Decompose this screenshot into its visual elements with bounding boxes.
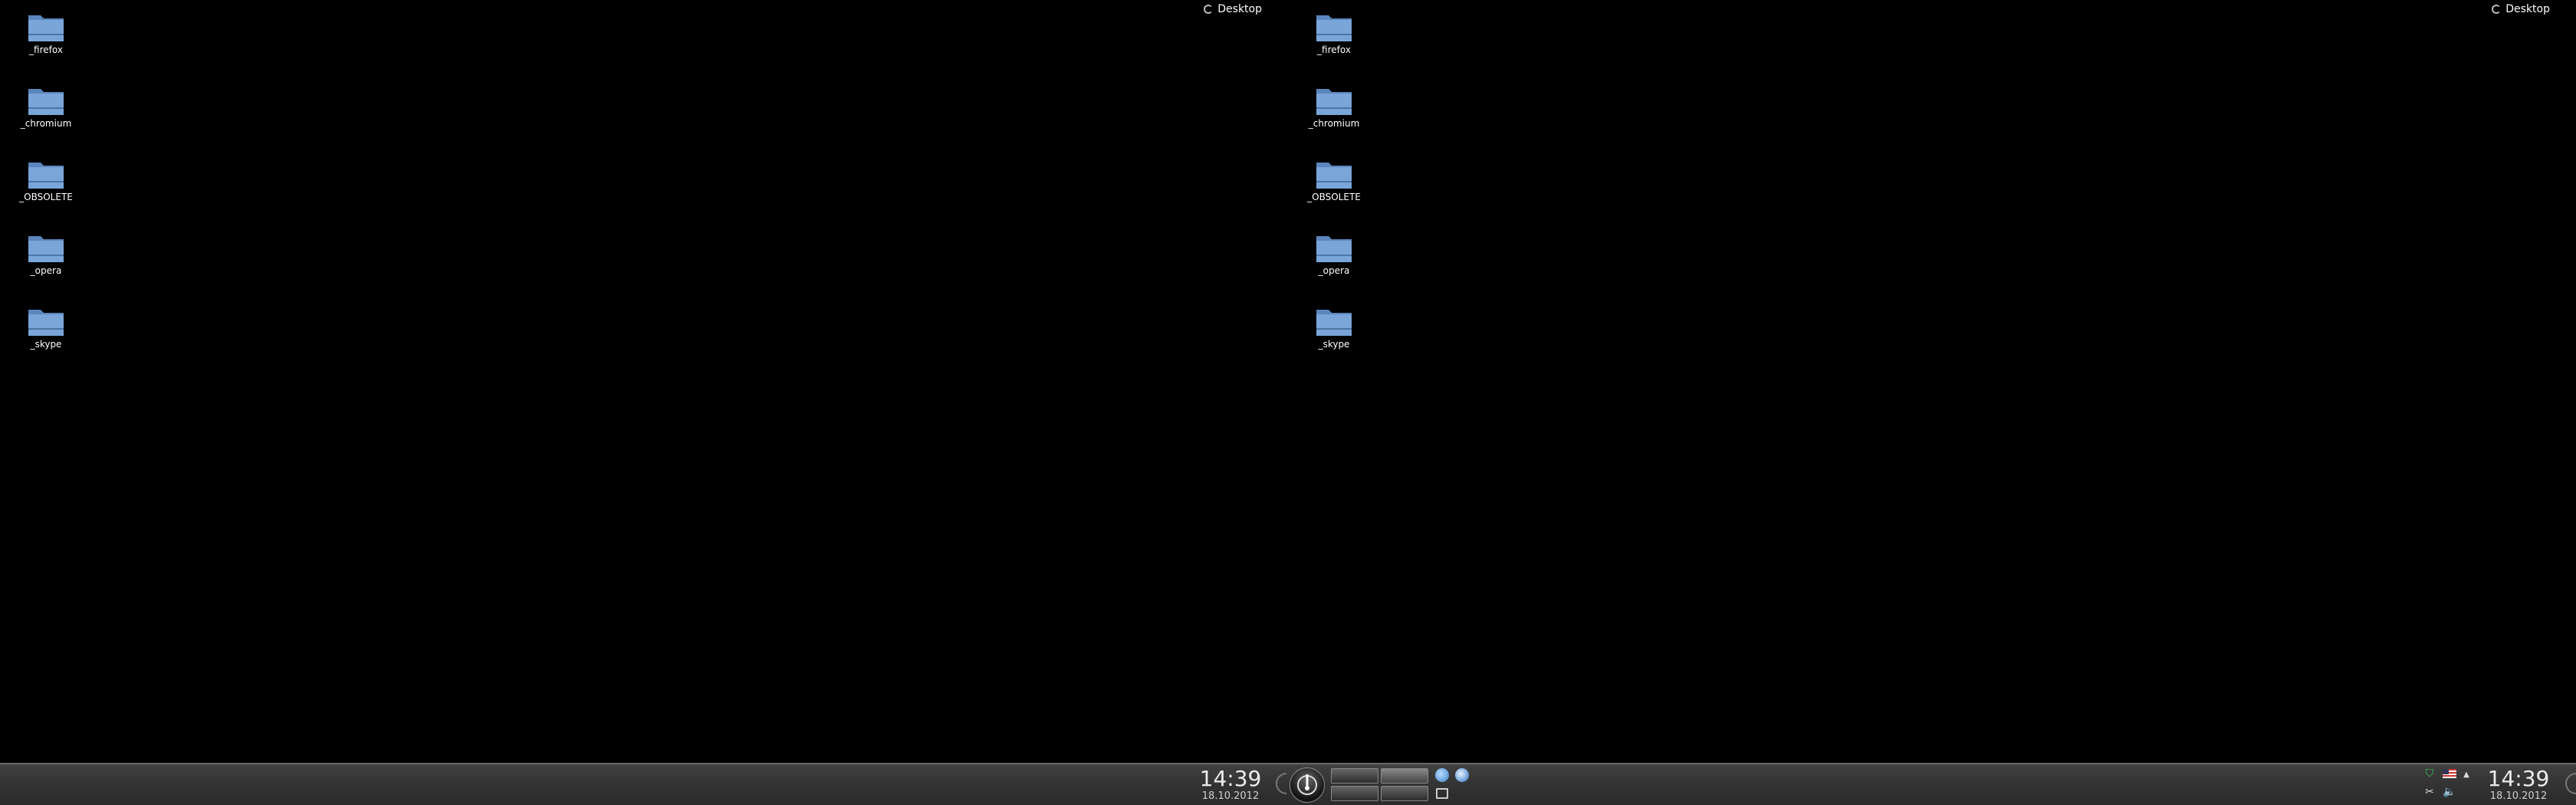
desktop-icon-obsolete[interactable]: _OBSOLETE: [8, 158, 84, 232]
virtual-desktop-pager: [1331, 768, 1428, 801]
folder-icon: [1316, 236, 1352, 262]
desktop-toolbox[interactable]: Desktop: [2492, 2, 2550, 17]
desktop-icon-opera[interactable]: _opera: [8, 232, 84, 305]
show-desktop-icon[interactable]: [1436, 788, 1448, 799]
folder-icon: [28, 236, 64, 262]
panel-handle-left[interactable]: [1276, 773, 1286, 794]
desktop-icon-chromium[interactable]: _chromium: [8, 84, 84, 158]
desktop-icon-label: _firefox: [1317, 44, 1351, 55]
toolbox-icon: [2492, 5, 2502, 14]
panel-handle-right[interactable]: [2565, 773, 2576, 794]
clock-time: 14:39: [2487, 766, 2550, 791]
desktop-icon-label: _OBSOLETE: [1307, 192, 1361, 202]
folder-icon: [28, 15, 64, 41]
desktop-icon-skype[interactable]: _skype: [8, 305, 84, 379]
chat-icon[interactable]: [1455, 768, 1469, 782]
kde-launcher-icon: [1297, 774, 1317, 795]
desktop-icons: _firefox _chromium _OBSOLETE _opera _sky…: [8, 11, 84, 379]
toolbox-icon: [1204, 5, 1214, 14]
folder-icon: [1316, 163, 1352, 189]
toolbox-label: Desktop: [1217, 3, 1262, 15]
folder-icon: [28, 163, 64, 189]
desktop-icon-label: _OBSOLETE: [19, 192, 73, 202]
kde-launcher-button[interactable]: [1290, 767, 1325, 803]
clock-left[interactable]: 14:39 18.10.2012: [1188, 767, 1273, 802]
desktop-icon-chromium[interactable]: _chromium: [1296, 84, 1372, 158]
desktop-icon-label: _chromium: [1308, 118, 1360, 129]
toolbox-label: Desktop: [2505, 3, 2550, 15]
desktop-toolbox[interactable]: Desktop: [1204, 2, 1262, 17]
clock-time: 14:39: [1199, 766, 1262, 791]
network-icon[interactable]: ⛉: [2423, 767, 2436, 780]
pager-desktop-1[interactable]: [1331, 768, 1378, 784]
pager-desktop-2[interactable]: [1381, 768, 1428, 784]
desktop-icons: _firefox _chromium _OBSOLETE _opera _sky…: [1296, 11, 1372, 379]
taskbar-panel: 14:39 18.10.2012 ⛉ ▲ ✂ 🔈 14:39 18.10.201…: [0, 763, 2576, 805]
volume-icon[interactable]: 🔈: [2443, 785, 2456, 799]
desktop-icon-obsolete[interactable]: _OBSOLETE: [1296, 158, 1372, 232]
pager-desktop-3[interactable]: [1331, 786, 1378, 801]
folder-icon: [1316, 310, 1352, 336]
desktop-icon-label: _skype: [1318, 339, 1350, 350]
globe-icon[interactable]: [1435, 768, 1449, 782]
screen-right: Desktop _firefox _chromium _OBSOLETE _op…: [1288, 0, 2576, 763]
desktop-icon-firefox[interactable]: _firefox: [1296, 11, 1372, 84]
clock-right[interactable]: 14:39 18.10.2012: [2476, 767, 2561, 802]
desktop-icon-label: _opera: [30, 265, 62, 276]
scissors-icon[interactable]: ✂: [2423, 785, 2436, 799]
desktop-icon-label: _chromium: [20, 118, 72, 129]
desktop-icon-opera[interactable]: _opera: [1296, 232, 1372, 305]
folder-icon: [1316, 89, 1352, 115]
clock-date: 18.10.2012: [1201, 790, 1260, 802]
clock-date: 18.10.2012: [2489, 790, 2548, 802]
folder-icon: [28, 310, 64, 336]
folder-icon: [1316, 15, 1352, 41]
expand-arrow-icon[interactable]: ▲: [2459, 768, 2473, 782]
screen-left: Desktop _firefox _chromium _OBSOLETE _op…: [0, 0, 1288, 763]
desktop-icon-label: _skype: [30, 339, 62, 350]
desktop-icon-label: _firefox: [29, 44, 63, 55]
folder-icon: [28, 89, 64, 115]
us-flag-icon[interactable]: [2443, 767, 2456, 780]
desktop-icon-firefox[interactable]: _firefox: [8, 11, 84, 84]
desktop-icon-skype[interactable]: _skype: [1296, 305, 1372, 379]
desktop-icon-label: _opera: [1318, 265, 1350, 276]
pager-desktop-4[interactable]: [1381, 786, 1428, 801]
